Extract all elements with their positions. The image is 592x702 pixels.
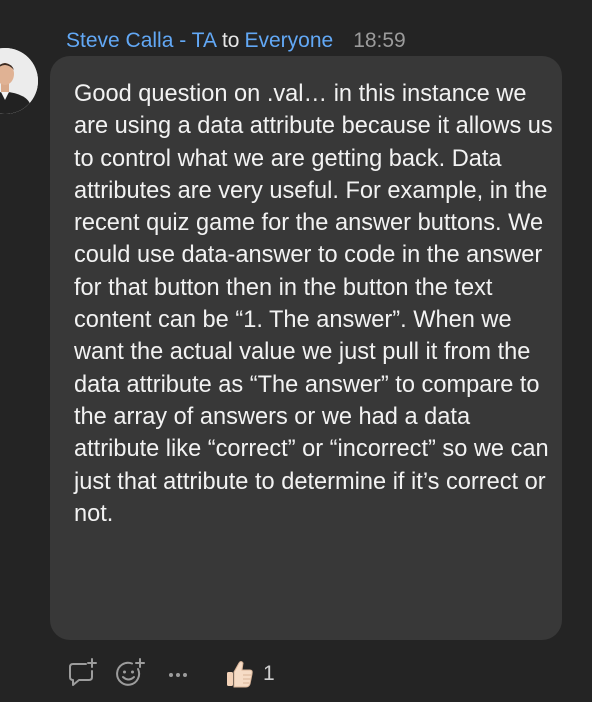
- reply-button[interactable]: [66, 656, 100, 692]
- message-actions: 1: [66, 656, 306, 692]
- more-dots-icon: [169, 673, 187, 677]
- message-header: Steve Calla - TA to Everyone 18:59: [66, 28, 406, 54]
- to-label: to: [221, 29, 240, 52]
- person-avatar-icon: [0, 48, 38, 114]
- message-bubble: Good question on .val… in this instance …: [50, 56, 562, 640]
- sender-name[interactable]: Steve Calla - TA: [66, 29, 217, 52]
- recipient-name[interactable]: Everyone: [244, 29, 333, 52]
- thumbs-up-icon: [227, 661, 253, 688]
- add-reaction-button[interactable]: [114, 656, 148, 692]
- reaction-count: 1: [263, 662, 275, 685]
- emoji-plus-icon: [116, 658, 145, 686]
- message-timestamp: 18:59: [353, 29, 406, 52]
- reply-plus-icon: [69, 658, 97, 686]
- thumbs-up-reaction[interactable]: 1: [224, 658, 275, 690]
- sender-avatar[interactable]: [0, 48, 38, 114]
- more-options-button[interactable]: [164, 656, 192, 692]
- message-text: Good question on .val… in this instance …: [74, 81, 553, 527]
